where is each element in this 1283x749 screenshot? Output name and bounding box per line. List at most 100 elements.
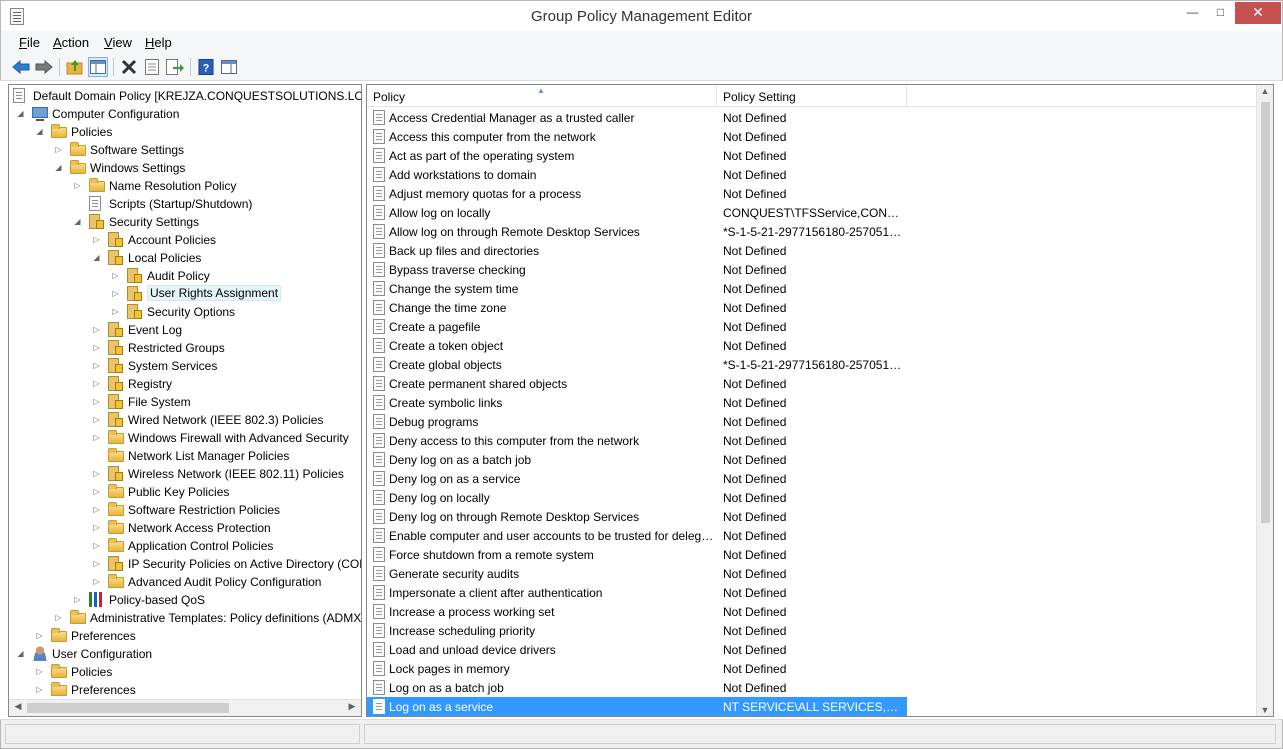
table-row[interactable]: Change the time zone Not Defined bbox=[367, 298, 907, 317]
scroll-left-icon[interactable]: ◀ bbox=[10, 701, 26, 712]
policy-name: Act as part of the operating system bbox=[389, 149, 575, 163]
table-row[interactable]: Change the system time Not Defined bbox=[367, 279, 907, 298]
collapse-icon[interactable]: ◢ bbox=[16, 649, 25, 658]
table-row[interactable]: Enable computer and user accounts to be … bbox=[367, 526, 907, 545]
table-row[interactable]: Generate security audits Not Defined bbox=[367, 564, 907, 583]
table-row[interactable]: Back up files and directories Not Defined bbox=[367, 241, 907, 260]
menu-action[interactable]: Action bbox=[53, 35, 89, 50]
expand-icon[interactable]: ▷ bbox=[92, 559, 101, 568]
table-row[interactable]: Allow log on locally CONQUEST\TFSService,… bbox=[367, 203, 907, 222]
expand-icon[interactable]: ▷ bbox=[92, 235, 101, 244]
expand-icon[interactable]: ▷ bbox=[92, 379, 101, 388]
table-row[interactable]: Increase a process working set Not Define… bbox=[367, 602, 907, 621]
expand-icon[interactable]: ▷ bbox=[111, 307, 120, 316]
expand-icon[interactable]: ▷ bbox=[92, 469, 101, 478]
table-row[interactable]: Lock pages in memory Not Defined bbox=[367, 659, 907, 678]
table-row[interactable]: Adjust memory quotas for a process Not De… bbox=[367, 184, 907, 203]
expand-icon[interactable]: ▷ bbox=[92, 343, 101, 352]
table-row[interactable]: Debug programs Not Defined bbox=[367, 412, 907, 431]
delete-icon[interactable] bbox=[119, 57, 139, 77]
scroll-right-icon[interactable]: ▶ bbox=[344, 701, 360, 712]
policy-setting: Not Defined bbox=[723, 434, 787, 448]
show-hide-tree-icon[interactable] bbox=[88, 57, 108, 77]
collapse-icon[interactable]: ◢ bbox=[16, 109, 25, 118]
table-row[interactable]: Bypass traverse checking Not Defined bbox=[367, 260, 907, 279]
folder-icon bbox=[108, 520, 124, 534]
table-row[interactable]: Deny log on through Remote Desktop Servi… bbox=[367, 507, 907, 526]
expand-icon[interactable]: ▷ bbox=[92, 541, 101, 550]
table-row[interactable]: Force shutdown from a remote system Not D… bbox=[367, 545, 907, 564]
expand-icon[interactable]: ▷ bbox=[73, 181, 82, 190]
table-row[interactable]: Log on as a service NT SERVICE\ALL SERVIC… bbox=[367, 697, 907, 716]
column-header-policy-setting[interactable]: Policy Setting bbox=[717, 85, 907, 107]
maximize-button[interactable]: □ bbox=[1207, 2, 1234, 24]
policy-name: Adjust memory quotas for a process bbox=[389, 187, 582, 201]
table-row[interactable]: Access Credential Manager as a trusted c… bbox=[367, 108, 907, 127]
expand-icon[interactable]: ▷ bbox=[111, 289, 120, 298]
policy-icon bbox=[373, 509, 385, 524]
expand-icon[interactable]: ▷ bbox=[35, 667, 44, 676]
expand-icon[interactable]: ▷ bbox=[92, 487, 101, 496]
table-row[interactable]: Create a pagefile Not Defined bbox=[367, 317, 907, 336]
back-icon[interactable] bbox=[11, 57, 31, 77]
collapse-icon[interactable]: ◢ bbox=[54, 163, 63, 172]
table-row[interactable]: Deny log on as a batch job Not Defined bbox=[367, 450, 907, 469]
expand-icon[interactable]: ▷ bbox=[92, 325, 101, 334]
scroll-thumb[interactable] bbox=[1261, 102, 1270, 523]
up-folder-icon[interactable] bbox=[65, 57, 85, 77]
console-tree-pane[interactable]: Default Domain Policy [KREJZA.CONQUESTSO… bbox=[8, 84, 362, 717]
menu-file[interactable]: File bbox=[19, 35, 40, 50]
collapse-icon[interactable]: ◢ bbox=[35, 127, 44, 136]
table-row[interactable]: Act as part of the operating system Not D… bbox=[367, 146, 907, 165]
list-vertical-scrollbar[interactable]: ▲ ▼ bbox=[1256, 85, 1273, 716]
policy-icon bbox=[373, 338, 385, 353]
details-pane[interactable]: Policy ▲ Policy Setting Access Credentia… bbox=[366, 84, 1274, 717]
table-row[interactable]: Deny access to this computer from the ne… bbox=[367, 431, 907, 450]
tree-node-label: Local Policies bbox=[128, 251, 202, 265]
expand-icon[interactable]: ▷ bbox=[92, 397, 101, 406]
table-row[interactable]: Create symbolic links Not Defined bbox=[367, 393, 907, 412]
expand-icon[interactable]: ▷ bbox=[92, 505, 101, 514]
table-row[interactable]: Create global objects *S-1-5-21-297715618… bbox=[367, 355, 907, 374]
collapse-icon[interactable]: ◢ bbox=[73, 217, 82, 226]
table-row[interactable]: Deny log on locally Not Defined bbox=[367, 488, 907, 507]
table-row[interactable]: Load and unload device drivers Not Define… bbox=[367, 640, 907, 659]
expand-icon[interactable]: ▷ bbox=[54, 145, 63, 154]
table-row[interactable]: Impersonate a client after authenticatio… bbox=[367, 583, 907, 602]
minimize-button[interactable]: — bbox=[1179, 2, 1206, 24]
table-row[interactable]: Increase scheduling priority Not Defined bbox=[367, 621, 907, 640]
policy-name: Add workstations to domain bbox=[389, 168, 537, 182]
expand-icon[interactable]: ▷ bbox=[73, 595, 82, 604]
scroll-down-icon[interactable]: ▼ bbox=[1257, 705, 1273, 715]
expand-icon[interactable]: ▷ bbox=[35, 685, 44, 694]
help-icon[interactable]: ? bbox=[196, 57, 216, 77]
show-action-pane-icon[interactable] bbox=[219, 57, 239, 77]
table-row[interactable]: Create permanent shared objects Not Defin… bbox=[367, 374, 907, 393]
column-header-policy[interactable]: Policy ▲ bbox=[367, 85, 717, 107]
table-row[interactable]: Access this computer from the network Not… bbox=[367, 127, 907, 146]
close-button[interactable]: ✕ bbox=[1235, 2, 1281, 24]
table-row[interactable]: Add workstations to domain Not Defined bbox=[367, 165, 907, 184]
table-row[interactable]: Deny log on as a service Not Defined bbox=[367, 469, 907, 488]
expand-icon[interactable]: ▷ bbox=[92, 415, 101, 424]
properties-icon[interactable] bbox=[142, 57, 162, 77]
export-list-icon[interactable] bbox=[165, 57, 185, 77]
expand-icon[interactable]: ▷ bbox=[92, 577, 101, 586]
table-row[interactable]: Create a token object Not Defined bbox=[367, 336, 907, 355]
expand-icon[interactable]: ▷ bbox=[92, 523, 101, 532]
menu-view[interactable]: View bbox=[104, 35, 132, 50]
scroll-thumb[interactable] bbox=[27, 703, 229, 713]
expand-icon[interactable]: ▷ bbox=[111, 271, 120, 280]
tree-horizontal-scrollbar[interactable]: ◀ ▶ bbox=[9, 699, 361, 716]
expand-icon[interactable]: ▷ bbox=[92, 433, 101, 442]
forward-icon[interactable] bbox=[34, 57, 54, 77]
expand-icon[interactable]: ▷ bbox=[92, 361, 101, 370]
collapse-icon[interactable]: ◢ bbox=[92, 253, 101, 262]
table-row[interactable]: Log on as a batch job Not Defined bbox=[367, 678, 907, 697]
scroll-up-icon[interactable]: ▲ bbox=[1257, 86, 1273, 96]
expand-icon[interactable]: ▷ bbox=[35, 631, 44, 640]
policy-setting: Not Defined bbox=[723, 415, 787, 429]
table-row[interactable]: Allow log on through Remote Desktop Serv… bbox=[367, 222, 907, 241]
menu-help[interactable]: Help bbox=[145, 35, 172, 50]
expand-icon[interactable]: ▷ bbox=[54, 613, 63, 622]
